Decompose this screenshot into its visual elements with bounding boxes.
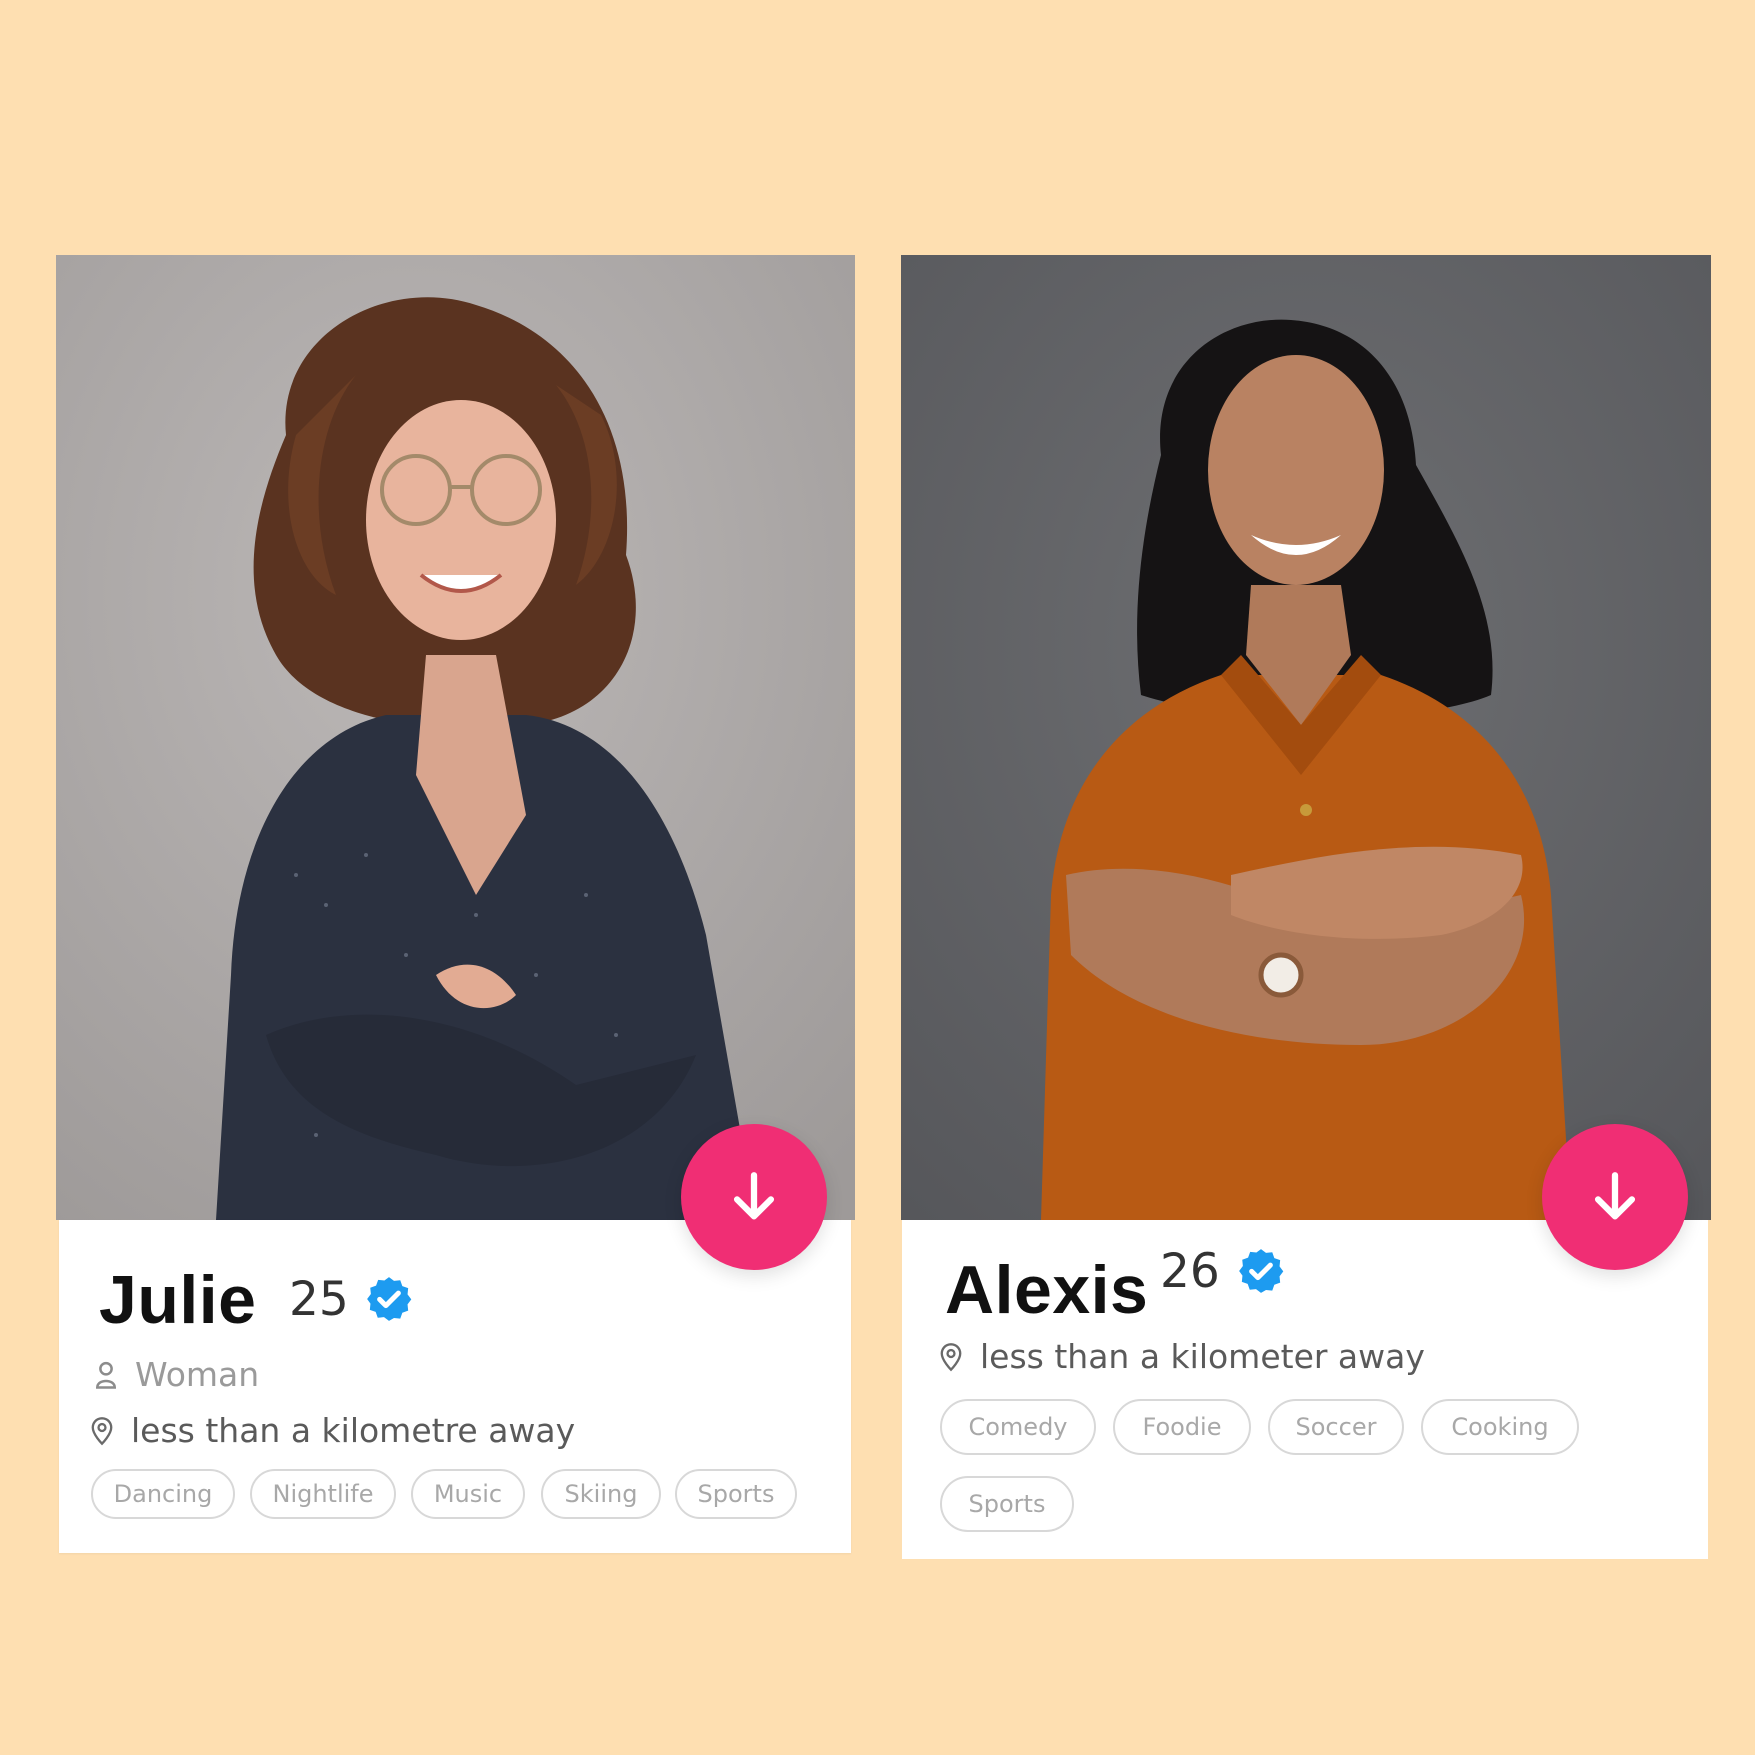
profile-photo-julie[interactable] <box>56 255 855 1220</box>
profile-age: 25 <box>289 1272 349 1327</box>
profile-name: Alexis <box>945 1252 1149 1328</box>
person-icon <box>95 1361 117 1389</box>
expand-profile-button[interactable] <box>1542 1124 1688 1270</box>
interest-chip[interactable]: Sports <box>940 1476 1074 1532</box>
profile-name: Julie <box>99 1262 257 1338</box>
profile-info-julie: Julie 25 Woman less than a kilometre awa… <box>59 1220 851 1553</box>
verified-badge-icon <box>367 1277 412 1321</box>
gender-label: Woman <box>135 1355 260 1394</box>
page: { "profiles": [ { "name": "Julie", "age"… <box>0 0 1755 1755</box>
interest-chip[interactable]: Cooking <box>1421 1399 1579 1455</box>
expand-profile-button[interactable] <box>681 1124 827 1270</box>
distance-row: less than a kilometre away <box>89 1414 575 1447</box>
arrow-down-icon <box>1594 1172 1636 1220</box>
interest-chip[interactable]: Nightlife <box>250 1469 396 1519</box>
interest-chip[interactable]: Soccer <box>1268 1399 1404 1455</box>
interest-chip[interactable]: Foodie <box>1113 1399 1251 1455</box>
gender-row: Woman <box>93 1358 259 1391</box>
interest-chip[interactable]: Comedy <box>940 1399 1096 1455</box>
interest-chip[interactable]: Music <box>411 1469 525 1519</box>
distance-label: less than a kilometer away <box>980 1337 1425 1376</box>
location-pin-icon <box>940 1342 962 1371</box>
distance-label: less than a kilometre away <box>131 1411 576 1450</box>
location-pin-icon <box>91 1416 113 1445</box>
profile-info-alexis: Alexis 26 less than a kilometer away Com… <box>902 1220 1708 1559</box>
arrow-down-icon <box>733 1172 775 1220</box>
profile-photo-alexis[interactable] <box>901 255 1711 1220</box>
photo-woman-orange-shirt <box>901 255 1711 1220</box>
distance-row: less than a kilometer away <box>938 1340 1425 1373</box>
interest-chip[interactable]: Dancing <box>91 1469 235 1519</box>
verified-badge-icon <box>1239 1249 1284 1293</box>
interest-chip[interactable]: Sports <box>675 1469 797 1519</box>
interest-chip[interactable]: Skiing <box>541 1469 661 1519</box>
photo-woman-glasses <box>56 255 855 1220</box>
profile-age: 26 <box>1160 1244 1220 1299</box>
